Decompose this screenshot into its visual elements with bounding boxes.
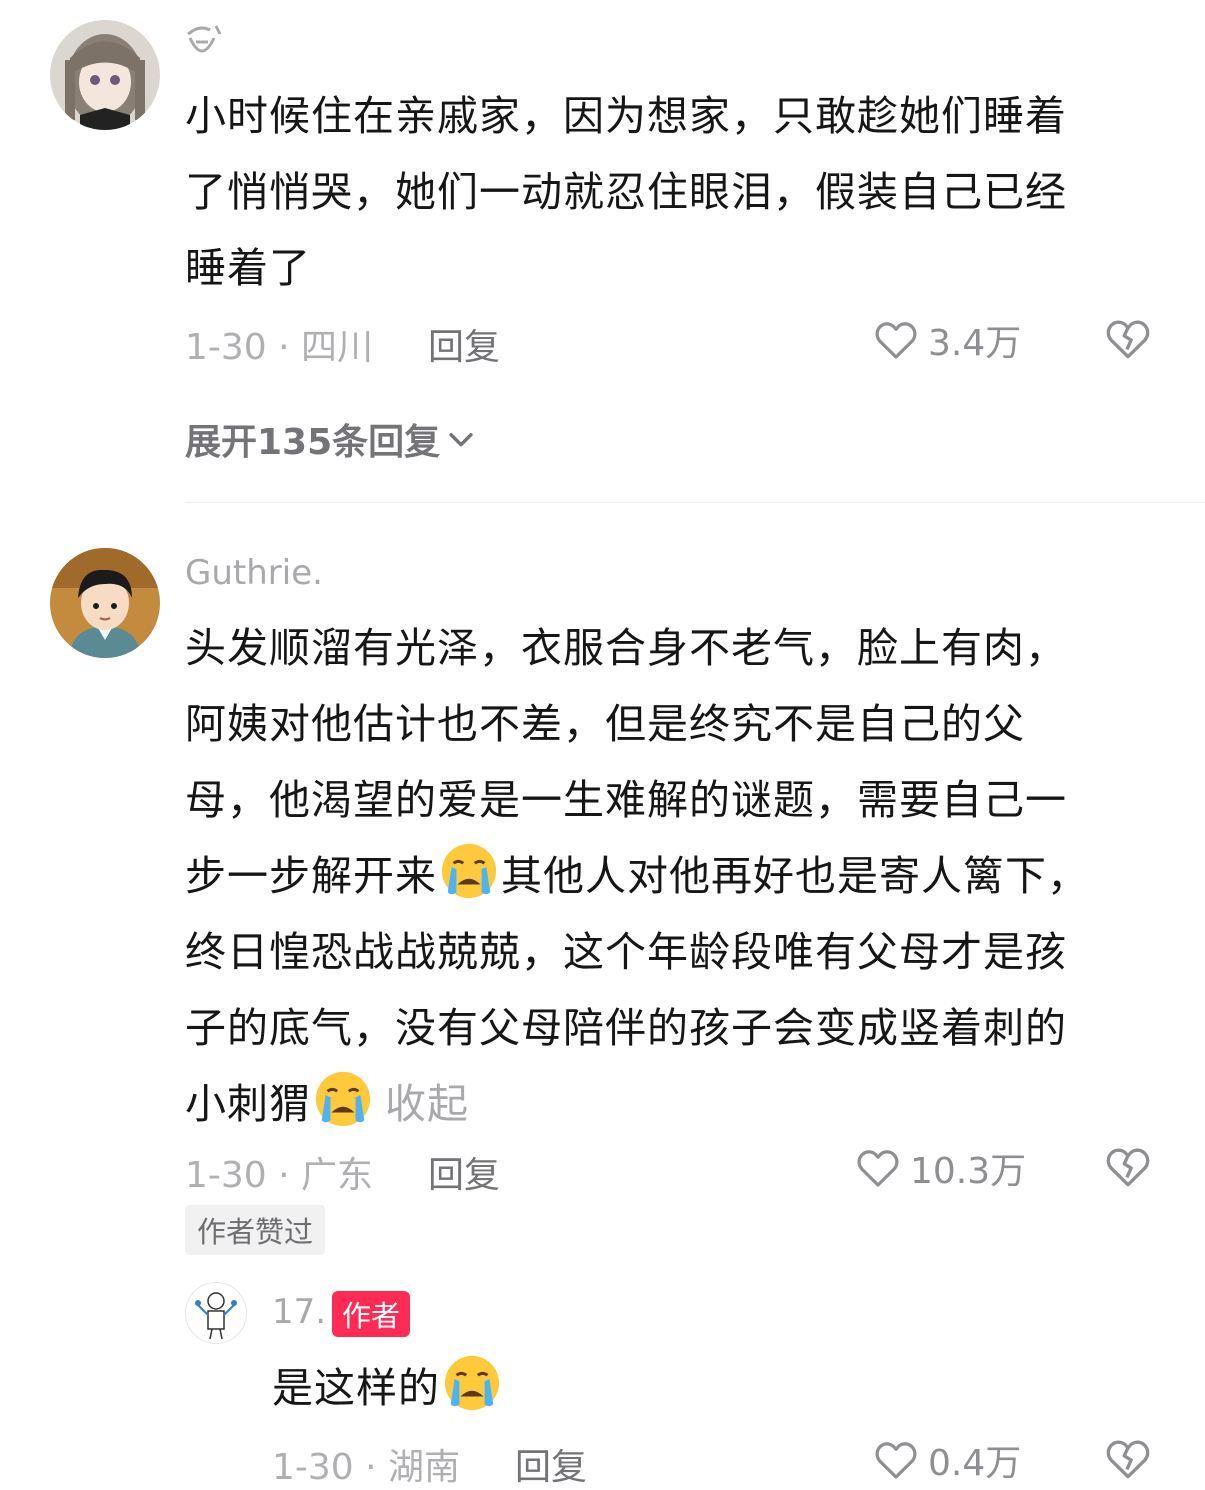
comment-text-line: 子的底气，没有父母陪伴的孩子会变成竖着刺的 bbox=[185, 1004, 1067, 1052]
comment-text-line: 步一步解开来 其他人对他再好也是寄人篱下， bbox=[185, 838, 1175, 914]
comment-text-line: 了悄悄哭，她们一动就忍住眼泪，假装自己已经 bbox=[185, 168, 1067, 216]
crying-face-emoji bbox=[444, 1355, 500, 1411]
comment-text-line: 母，他渴望的爱是一生难解的谜题，需要自己一 bbox=[185, 776, 1067, 824]
expand-replies-button[interactable]: 展开135条回复 bbox=[185, 413, 478, 465]
comment-text-fragment: 其他人对他再好也是寄人篱下， bbox=[501, 852, 1089, 900]
comment-text-line: 睡着了 bbox=[185, 244, 311, 292]
comment-text-line: 阿姨对他估计也不差，但是终究不是自己的父 bbox=[185, 700, 1025, 748]
broken-heart-icon bbox=[1106, 320, 1150, 359]
like-count: 3.4万 bbox=[928, 323, 1022, 364]
reply-button[interactable]: 回复 bbox=[515, 1438, 587, 1490]
comment-date-region: 1-30 · 广东 bbox=[185, 1155, 374, 1196]
heart-outline-icon bbox=[875, 1442, 917, 1479]
like-count: 10.3万 bbox=[910, 1151, 1027, 1192]
avatar[interactable] bbox=[185, 1282, 247, 1344]
reply-text: 是这样的 bbox=[272, 1350, 504, 1426]
like-button[interactable]: 0.4万 bbox=[872, 1434, 1021, 1486]
doll-avatar-image bbox=[50, 20, 160, 130]
comment-date-region: 1-30 · 湖南 bbox=[272, 1447, 461, 1488]
expand-replies-label: 展开135条回复 bbox=[185, 422, 441, 463]
author-tag: 作者 bbox=[332, 1291, 411, 1337]
collapse-button[interactable]: 收起 bbox=[385, 1080, 469, 1128]
comment-text: 小时候住在亲戚家，因为想家，只敢趁她们睡着 了悄悄哭，她们一动就忍住眼泪，假装自… bbox=[185, 78, 1175, 306]
username[interactable]: 17. bbox=[272, 1292, 326, 1332]
username[interactable]: Guthrie. bbox=[185, 553, 323, 593]
broken-heart-icon bbox=[1106, 1148, 1150, 1187]
dislike-button[interactable] bbox=[1103, 1142, 1153, 1196]
author-liked-badge: 作者赞过 bbox=[185, 1205, 326, 1255]
reply-button[interactable]: 回复 bbox=[428, 1146, 500, 1198]
crying-face-emoji bbox=[315, 1071, 371, 1127]
like-count: 0.4万 bbox=[928, 1443, 1022, 1484]
chevron-down-icon bbox=[449, 433, 473, 447]
comment-date-region: 1-30 · 四川 bbox=[185, 327, 374, 368]
avatar[interactable] bbox=[50, 20, 160, 130]
crying-face-emoji bbox=[441, 843, 497, 899]
cartoon-boy-avatar-image bbox=[50, 548, 160, 658]
reply-text-content: 是这样的 bbox=[272, 1364, 440, 1412]
reply-button[interactable]: 回复 bbox=[428, 318, 500, 370]
comment-text-line: 小时候住在亲戚家，因为想家，只敢趁她们睡着 bbox=[185, 92, 1067, 140]
like-button[interactable]: 10.3万 bbox=[854, 1142, 1026, 1194]
comment-divider bbox=[185, 502, 1205, 503]
broken-heart-icon bbox=[1106, 1440, 1150, 1479]
heart-outline-icon bbox=[875, 322, 917, 359]
like-button[interactable]: 3.4万 bbox=[872, 314, 1021, 366]
comment-text-fragment: 小刺猬 bbox=[185, 1080, 311, 1128]
comment-text-line: 小刺猬 收起 bbox=[185, 1066, 1175, 1142]
comment-text: 头发顺溜有光泽，衣服合身不老气，脸上有肉， 阿姨对他估计也不差，但是终究不是自己… bbox=[185, 610, 1175, 1142]
comment-text-fragment: 步一步解开来 bbox=[185, 852, 437, 900]
dislike-button[interactable] bbox=[1103, 314, 1153, 368]
comment-text-line: 终日惶恐战战兢兢，这个年龄段唯有父母才是孩 bbox=[185, 928, 1067, 976]
username-emoticon-icon[interactable] bbox=[180, 20, 228, 62]
heart-outline-icon bbox=[857, 1150, 899, 1187]
sketch-avatar-image bbox=[186, 1283, 246, 1343]
comment-text-line: 头发顺溜有光泽，衣服合身不老气，脸上有肉， bbox=[185, 624, 1067, 672]
avatar[interactable] bbox=[50, 548, 160, 658]
